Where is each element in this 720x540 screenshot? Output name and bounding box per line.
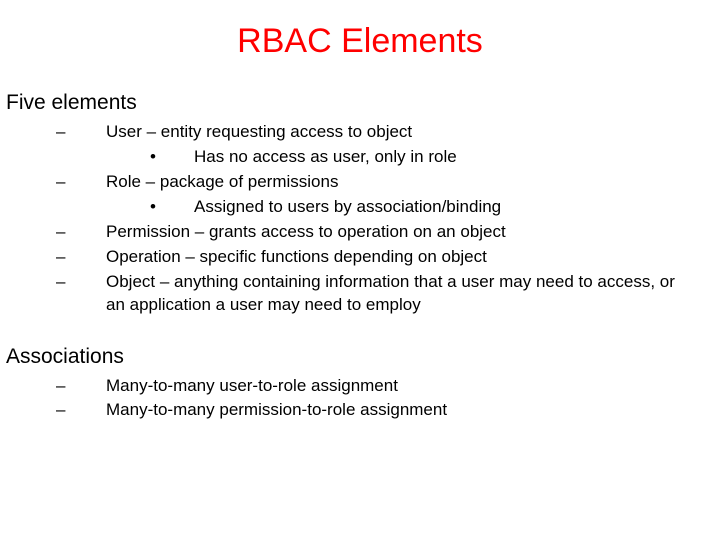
list-item-text: Permission – grants access to operation … <box>106 221 720 244</box>
slide: RBAC Elements Five elements – User – ent… <box>0 0 720 540</box>
list-item: – User – entity requesting access to obj… <box>56 121 720 144</box>
list-item-text: Role – package of permissions <box>106 171 720 194</box>
dash-bullet-icon: – <box>56 271 106 317</box>
list-subitem-text: Has no access as user, only in role <box>194 146 720 169</box>
section-heading-five-elements: Five elements <box>6 91 720 115</box>
section-heading-associations: Associations <box>6 345 720 369</box>
list-subitem: • Assigned to users by association/bindi… <box>150 196 720 219</box>
list-item: – Many-to-many permission-to-role assign… <box>56 399 720 422</box>
list-item: – Object – anything containing informati… <box>56 271 720 317</box>
dash-bullet-icon: – <box>56 121 106 144</box>
list-item-text: Object – anything containing information… <box>106 271 720 317</box>
list-item: – Permission – grants access to operatio… <box>56 221 720 244</box>
dot-bullet-icon: • <box>150 146 194 169</box>
list-subitem: • Has no access as user, only in role <box>150 146 720 169</box>
dash-bullet-icon: – <box>56 246 106 269</box>
list-item: – Role – package of permissions <box>56 171 720 194</box>
list-item-text: Operation – specific functions depending… <box>106 246 720 269</box>
dash-bullet-icon: – <box>56 171 106 194</box>
dash-bullet-icon: – <box>56 399 106 422</box>
list-item-text: Many-to-many user-to-role assignment <box>106 375 720 398</box>
list-item: – Many-to-many user-to-role assignment <box>56 375 720 398</box>
dash-bullet-icon: – <box>56 375 106 398</box>
list-item-text: User – entity requesting access to objec… <box>106 121 720 144</box>
dot-bullet-icon: • <box>150 196 194 219</box>
list-item: – Operation – specific functions dependi… <box>56 246 720 269</box>
list-subitem-text: Assigned to users by association/binding <box>194 196 720 219</box>
list-item-text: Many-to-many permission-to-role assignme… <box>106 399 720 422</box>
slide-title: RBAC Elements <box>0 0 720 71</box>
dash-bullet-icon: – <box>56 221 106 244</box>
